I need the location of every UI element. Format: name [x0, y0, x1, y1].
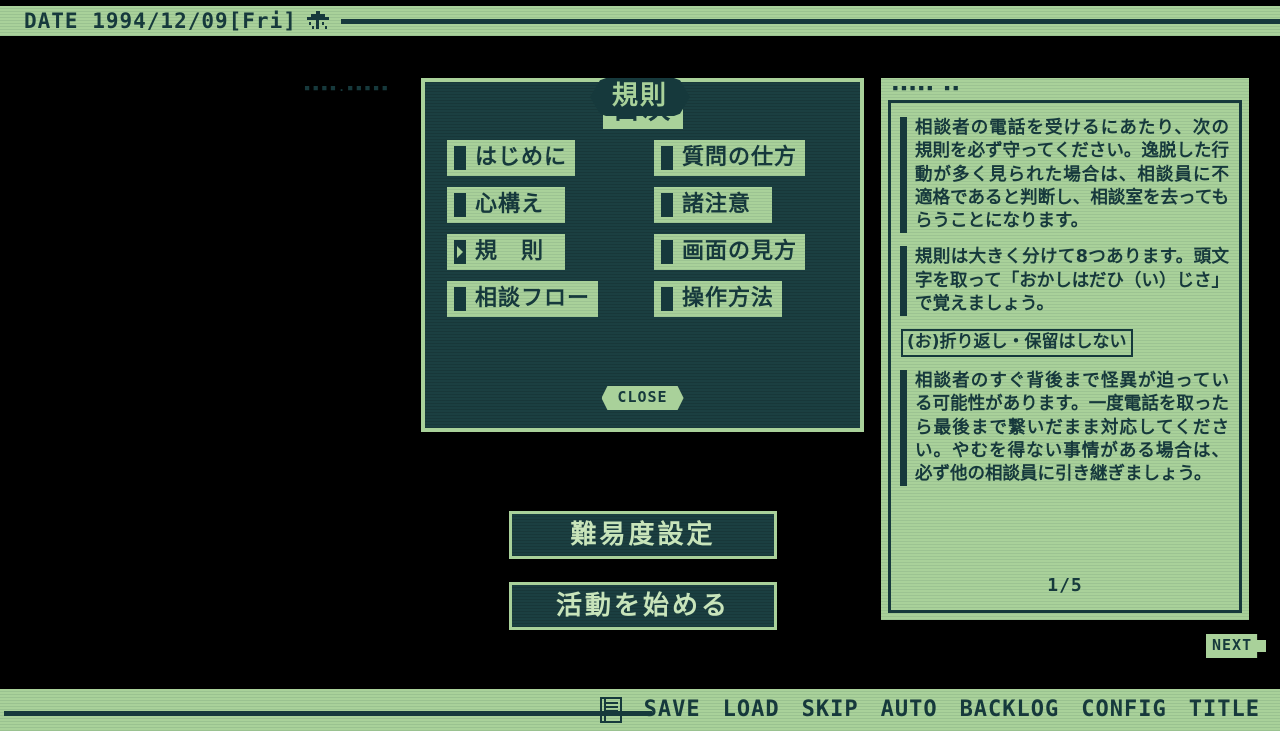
command-title[interactable]: TITLE — [1189, 699, 1260, 721]
paragraph-marker — [900, 370, 907, 487]
index-item-label: 規 則 — [475, 239, 545, 264]
rules-paragraph: 相談者のすぐ背後まで怪異が迫っている可能性があります。一度電話を取ったら最後まで… — [900, 370, 1229, 487]
rules-paragraph: 規則は大きく分けて8つあります。頭文字を取って「おかしはだひ（い）じさ」で覚えま… — [900, 246, 1229, 317]
difficulty-settings-label: 難易度設定 — [570, 520, 716, 550]
command-bar-rule — [4, 711, 652, 716]
index-item-label: 相談フロー — [475, 286, 591, 311]
command-bar-items: SAVE LOAD SKIP AUTO BACKLOG CONFIG TITLE — [599, 697, 1260, 723]
bullet-icon — [454, 287, 466, 311]
bullet-icon — [661, 240, 673, 264]
index-item-hajimeni[interactable]: はじめに — [447, 140, 576, 176]
close-button[interactable]: CLOSE — [601, 386, 683, 410]
rules-paragraph-text: 相談者の電話を受けるにあたり、次の規則を必ず守ってください。逸脱した行動が多く見… — [915, 118, 1229, 232]
command-load[interactable]: LOAD — [723, 699, 780, 721]
bullet-icon — [454, 193, 466, 217]
date-display: DATE 1994/12/09[Fri] — [24, 8, 297, 33]
paragraph-marker — [900, 246, 907, 317]
rules-content: 相談者の電話を受けるにあたり、次の規則を必ず守ってください。逸脱した行動が多く見… — [888, 100, 1242, 613]
panel-decoration-left: ▪▪▪▪▪ ▪▪ — [892, 81, 961, 94]
index-item-sousa[interactable]: 操作方法 — [654, 281, 783, 317]
panel-decoration-right: ▪▪▪▪.▪▪▪▪▪ — [303, 81, 390, 94]
rules-panel-title: 規則 — [590, 78, 690, 116]
index-item-label: 心構え — [475, 192, 545, 217]
list-icon[interactable] — [599, 697, 622, 723]
command-save[interactable]: SAVE — [644, 699, 701, 721]
rules-paragraph-text: 規則は大きく分けて8つあります。頭文字を取って「おかしはだひ（い）じさ」で覚えま… — [915, 247, 1229, 314]
index-panel: 目次 はじめに 質問の仕方 心構え 諸注意 規 則 — [421, 78, 864, 432]
rules-section-body: 相談者のすぐ背後まで怪異が迫っている可能性があります。一度電話を取ったら最後まで… — [915, 371, 1229, 485]
game-screen: DATE 1994/12/09[Fri] 目次 はじめに — [0, 0, 1280, 731]
index-item-kisoku[interactable]: 規 則 — [447, 234, 565, 270]
status-bar-rule — [340, 18, 1280, 24]
selected-arrow-icon — [454, 240, 466, 264]
bullet-icon — [661, 146, 673, 170]
index-item-label: 質問の仕方 — [682, 145, 798, 170]
command-backlog[interactable]: BACKLOG — [960, 699, 1060, 721]
index-item-shochui[interactable]: 諸注意 — [654, 187, 772, 223]
index-item-label: 諸注意 — [682, 192, 752, 217]
rules-paragraph: 相談者の電話を受けるにあたり、次の規則を必ず守ってください。逸脱した行動が多く見… — [900, 117, 1229, 234]
bullet-icon — [661, 193, 673, 217]
next-page-button[interactable]: NEXT — [1206, 634, 1266, 658]
bullet-icon — [454, 146, 466, 170]
difficulty-settings-button[interactable]: 難易度設定 — [509, 511, 777, 559]
bullet-icon — [661, 287, 673, 311]
rain-icon — [305, 9, 331, 33]
index-item-label: 操作方法 — [682, 286, 775, 311]
rules-section-heading: (お)折り返し・保留はしない — [901, 329, 1133, 358]
rules-panel: 相談者の電話を受けるにあたり、次の規則を必ず守ってください。逸脱した行動が多く見… — [881, 78, 1249, 620]
index-item-gamen[interactable]: 画面の見方 — [654, 234, 806, 270]
index-item-shitsumon[interactable]: 質問の仕方 — [654, 140, 806, 176]
index-item-label: 画面の見方 — [682, 239, 798, 264]
paragraph-marker — [900, 117, 907, 234]
page-indicator: 1/5 — [1047, 575, 1083, 596]
status-bar: DATE 1994/12/09[Fri] — [0, 6, 1280, 36]
index-item-soudan-flow[interactable]: 相談フロー — [447, 281, 599, 317]
index-item-kokorogamae[interactable]: 心構え — [447, 187, 565, 223]
command-auto[interactable]: AUTO — [881, 699, 938, 721]
index-item-label: はじめに — [475, 145, 568, 170]
command-skip[interactable]: SKIP — [802, 699, 859, 721]
command-bar: SAVE LOAD SKIP AUTO BACKLOG CONFIG TITLE — [0, 689, 1280, 731]
start-activity-button[interactable]: 活動を始める — [509, 582, 777, 630]
start-activity-label: 活動を始める — [555, 591, 730, 621]
command-config[interactable]: CONFIG — [1081, 699, 1166, 721]
index-item-grid: はじめに 質問の仕方 心構え 諸注意 規 則 画面の見方 相談フロー 操作方法 — [447, 140, 847, 317]
